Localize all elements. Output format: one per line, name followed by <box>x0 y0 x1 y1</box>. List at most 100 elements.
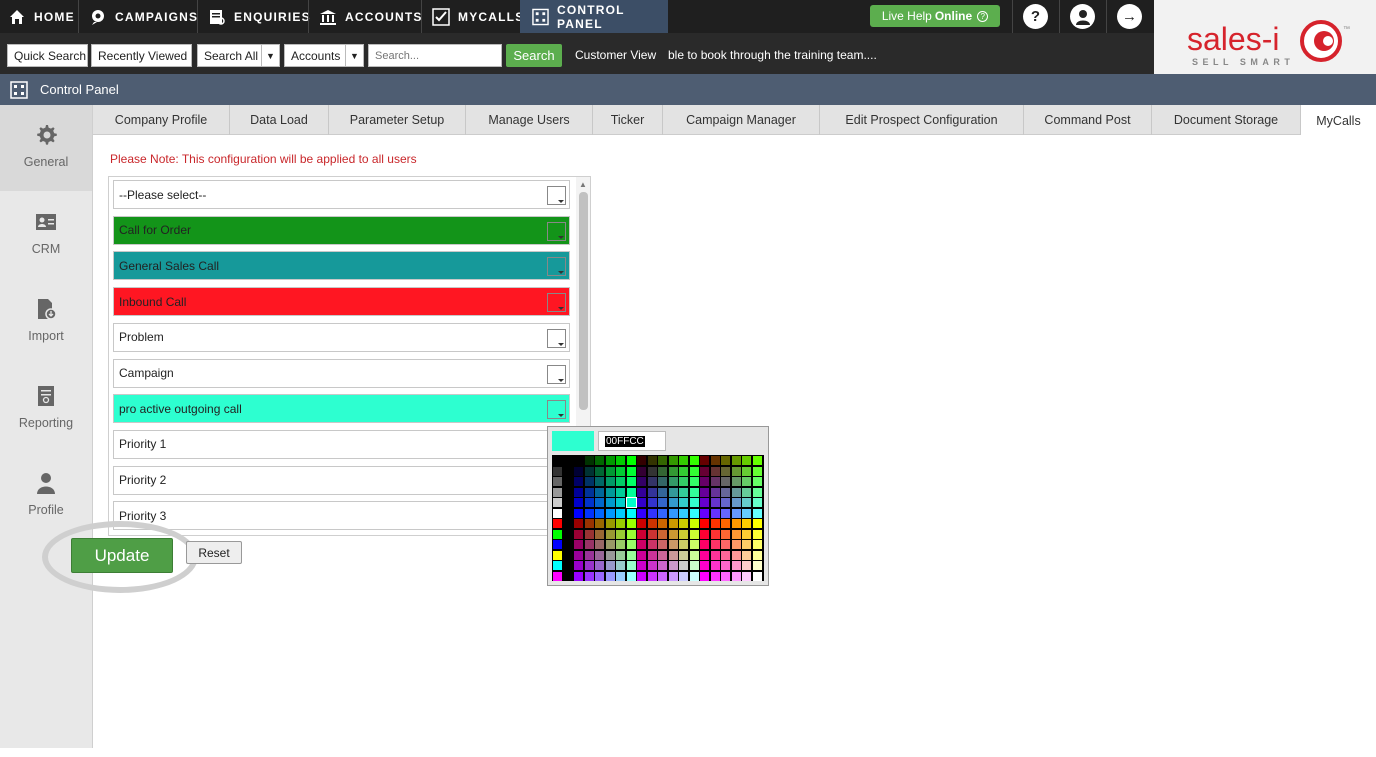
call-type-row[interactable]: Problem <box>113 322 570 352</box>
call-type-row[interactable]: Campaign <box>113 358 570 388</box>
sidebar-item-crm[interactable]: CRM <box>0 192 92 278</box>
color-cell[interactable] <box>752 519 762 528</box>
update-button[interactable]: Update <box>71 538 173 573</box>
color-cell[interactable] <box>731 519 741 528</box>
color-cell[interactable] <box>574 550 583 560</box>
color-cell[interactable] <box>731 487 741 497</box>
color-cell[interactable] <box>595 456 604 465</box>
color-swatch-button[interactable] <box>547 364 566 384</box>
color-cell[interactable] <box>553 529 562 539</box>
color-cell[interactable] <box>574 498 583 507</box>
color-swatch-button[interactable] <box>547 186 566 205</box>
color-cell[interactable] <box>668 508 678 518</box>
sidebar-item-import[interactable]: Import <box>0 279 92 365</box>
color-cell[interactable] <box>752 550 762 560</box>
color-cell[interactable] <box>626 508 636 518</box>
color-cell[interactable] <box>584 529 594 539</box>
color-cell[interactable] <box>574 477 583 486</box>
reset-button[interactable]: Reset <box>186 541 242 564</box>
color-cell[interactable] <box>752 529 762 539</box>
color-cell[interactable] <box>689 466 699 476</box>
tab-parameter-setup[interactable]: Parameter Setup <box>329 105 466 135</box>
color-cell[interactable] <box>553 477 562 486</box>
color-cell[interactable] <box>658 529 667 539</box>
color-swatch-button[interactable] <box>547 221 566 241</box>
color-cell[interactable] <box>595 571 604 581</box>
color-cell[interactable] <box>605 561 615 570</box>
color-cell[interactable] <box>679 487 688 497</box>
color-cell[interactable] <box>647 498 657 507</box>
color-cell[interactable] <box>742 571 751 581</box>
color-cell[interactable] <box>658 477 667 486</box>
color-cell[interactable] <box>584 550 594 560</box>
color-swatch-button[interactable] <box>547 293 566 313</box>
color-cell[interactable] <box>647 529 657 539</box>
tab-mycalls[interactable]: MyCalls <box>1301 105 1376 136</box>
color-cell[interactable] <box>616 571 625 581</box>
color-cell[interactable] <box>710 519 720 528</box>
color-cell[interactable] <box>637 529 646 539</box>
color-cell[interactable] <box>637 487 646 497</box>
color-cell[interactable] <box>647 561 657 570</box>
tab-company-profile[interactable]: Company Profile <box>93 105 230 135</box>
color-cell[interactable] <box>710 508 720 518</box>
color-cell[interactable] <box>742 477 751 486</box>
color-cell[interactable] <box>626 519 636 528</box>
color-swatch-button[interactable] <box>547 257 566 277</box>
color-cell[interactable] <box>668 571 678 581</box>
color-cell[interactable] <box>595 529 604 539</box>
color-cell[interactable] <box>584 508 594 518</box>
call-type-row[interactable]: Inbound Call <box>113 287 570 317</box>
color-cell[interactable] <box>679 477 688 486</box>
call-type-row[interactable]: --Please select-- <box>113 180 570 209</box>
color-cell[interactable] <box>616 519 625 528</box>
color-cell[interactable] <box>584 466 594 476</box>
color-cell[interactable] <box>710 529 720 539</box>
color-cell[interactable] <box>647 508 657 518</box>
color-cell[interactable] <box>700 477 709 486</box>
color-cell[interactable] <box>574 519 583 528</box>
color-cell[interactable] <box>658 561 667 570</box>
tab-edit-prospect-configuration[interactable]: Edit Prospect Configuration <box>820 105 1024 135</box>
color-cell[interactable] <box>626 487 636 497</box>
color-cell[interactable] <box>637 466 646 476</box>
color-cell[interactable] <box>553 550 562 560</box>
color-cell[interactable] <box>679 456 688 465</box>
color-cell[interactable] <box>626 550 636 560</box>
color-cell[interactable] <box>689 571 699 581</box>
color-cell[interactable] <box>626 466 636 476</box>
color-cell[interactable] <box>626 571 636 581</box>
color-cell[interactable] <box>563 561 573 570</box>
color-cell[interactable] <box>689 519 699 528</box>
color-cell[interactable] <box>563 477 573 486</box>
color-cell[interactable] <box>584 561 594 570</box>
color-cell[interactable] <box>742 561 751 570</box>
color-cell[interactable] <box>700 508 709 518</box>
color-cell[interactable] <box>731 529 741 539</box>
color-cell[interactable] <box>616 466 625 476</box>
color-cell[interactable] <box>584 571 594 581</box>
color-cell[interactable] <box>668 487 678 497</box>
color-cell[interactable] <box>679 508 688 518</box>
user-button[interactable] <box>1070 4 1095 29</box>
color-cell[interactable] <box>626 561 636 570</box>
color-cell[interactable] <box>637 477 646 486</box>
color-cell[interactable] <box>742 498 751 507</box>
color-cell[interactable] <box>574 529 583 539</box>
logout-button[interactable]: → <box>1117 4 1142 29</box>
color-cell[interactable] <box>668 498 678 507</box>
color-cell[interactable] <box>574 508 583 518</box>
color-cell[interactable] <box>710 550 720 560</box>
color-cell[interactable] <box>721 456 730 465</box>
color-cell[interactable] <box>742 540 751 549</box>
color-cell[interactable] <box>689 477 699 486</box>
color-cell[interactable] <box>679 550 688 560</box>
color-cell[interactable] <box>721 571 730 581</box>
call-type-row[interactable]: pro active outgoing call <box>113 394 570 424</box>
color-cell[interactable] <box>605 508 615 518</box>
color-cell[interactable] <box>563 519 573 528</box>
color-cell[interactable] <box>647 519 657 528</box>
color-cell[interactable] <box>721 550 730 560</box>
tab-ticker[interactable]: Ticker <box>593 105 663 135</box>
hex-input[interactable]: 00FFCC <box>598 431 666 451</box>
